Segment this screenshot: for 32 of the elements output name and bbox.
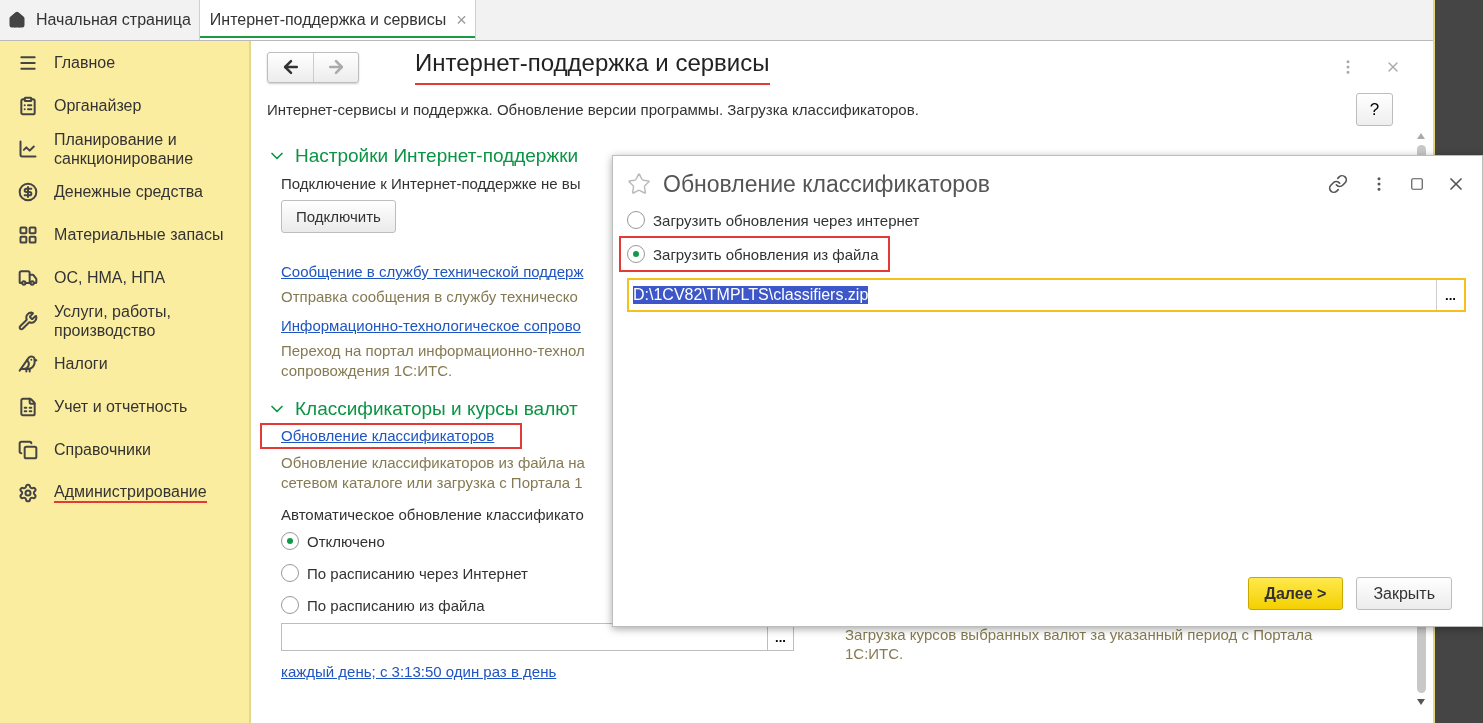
description-text: Отправка сообщения в службу техническо xyxy=(281,287,578,307)
file-path-text: D:\1CV82\TMPLTS\classifiers.zip xyxy=(633,286,869,304)
radio-label: Загрузить обновления из файла xyxy=(653,245,879,263)
description-text: Обновление классификаторов из файла на xyxy=(281,453,585,473)
status-text: Подключение к Интернет-поддержке не вы xyxy=(281,174,581,194)
sidebar-label: Материальные запасы xyxy=(54,225,224,244)
sidebar-label: Учет и отчетность xyxy=(54,397,188,416)
sidebar-label: Главное xyxy=(54,53,116,72)
dialog-title: Обновление классификаторов xyxy=(663,170,991,198)
page-description: Интернет-сервисы и поддержка. Обновление версии программы. Загрузка классификаторов. xyxy=(267,101,919,118)
description-text: Загрузка курсов выбранных валют за указанный период с Портала 1С:ИТС. xyxy=(845,625,1314,664)
radio-label: По расписанию через Интернет xyxy=(307,564,528,582)
sidebar-label: Справочники xyxy=(54,440,151,459)
radio-label: По расписанию из файла xyxy=(307,596,485,614)
description-text: сопровождения 1С:ИТС. xyxy=(281,361,453,381)
sidebar-label: Органайзер xyxy=(54,96,142,115)
sidebar-label: Денежные средства xyxy=(54,182,203,201)
tab-label: Интернет-поддержка и сервисы xyxy=(209,11,447,29)
sidebar-label: ОС, НМА, НПА xyxy=(54,268,166,287)
description-text: Переход на портал информационно-технол xyxy=(281,341,585,361)
section-title: Классификаторы и курсы валют xyxy=(295,398,578,420)
radio-label: Отключено xyxy=(307,532,385,550)
sidebar-label: Администрирование xyxy=(54,482,207,503)
tab-label: Начальная страница xyxy=(36,11,191,29)
sidebar-label: Налоги xyxy=(54,354,108,373)
page-title: Интернет-поддержка и сервисы xyxy=(415,49,770,85)
auto-update-label: Автоматическое обновление классификато xyxy=(281,505,584,525)
radio-label: Загрузить обновления через интернет xyxy=(653,211,920,229)
sidebar-label: Услуги, работы, производство xyxy=(54,301,172,340)
section-title: Настройки Интернет-поддержки xyxy=(295,145,579,167)
sidebar-label: Планирование и санкционирование xyxy=(54,129,195,168)
description-text: сетевом каталоге или загрузка с Портала 1 xyxy=(281,473,583,493)
